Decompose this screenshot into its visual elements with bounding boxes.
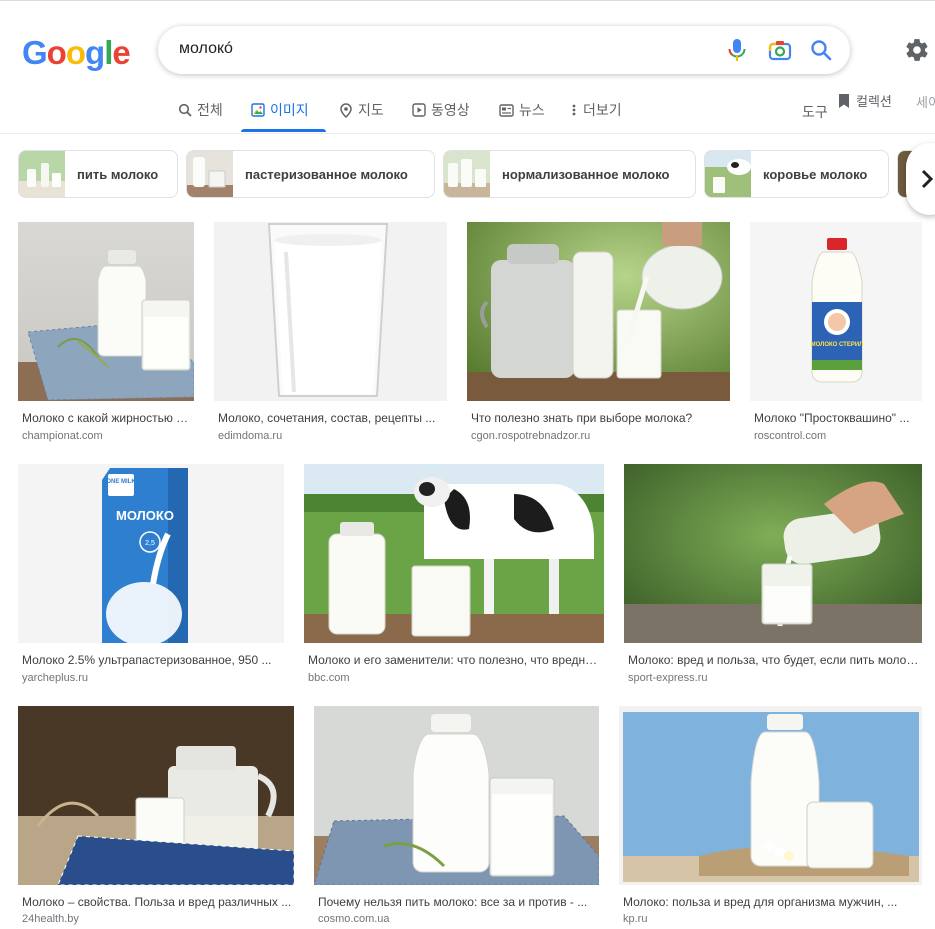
play-icon bbox=[412, 103, 426, 117]
tab-label: 더보기 bbox=[583, 102, 622, 118]
chip-thumbnail bbox=[19, 151, 65, 197]
search-tabs: 전체 이미지 지도 동영상 뉴스 더보기 도구 컬렉션 세이 bbox=[0, 88, 935, 132]
tab-label: 지도 bbox=[358, 102, 384, 118]
result-thumbnail[interactable] bbox=[619, 706, 922, 885]
image-result[interactable]: Молоко: польза и вред для организма мужч… bbox=[619, 706, 922, 928]
result-thumbnail[interactable]: МОЛОКО СТЕРИЛ bbox=[750, 222, 922, 401]
tab-label: 동영상 bbox=[431, 102, 470, 118]
tab-maps[interactable]: 지도 bbox=[339, 100, 384, 120]
more-vert-icon bbox=[572, 104, 576, 116]
result-source[interactable]: championat.com bbox=[22, 430, 103, 442]
tools-button[interactable]: 도구 bbox=[802, 102, 828, 122]
result-thumbnail[interactable] bbox=[467, 222, 730, 401]
tab-news[interactable]: 뉴스 bbox=[499, 100, 545, 120]
search-icon bbox=[178, 103, 192, 117]
tab-all[interactable]: 전체 bbox=[178, 100, 223, 120]
image-result[interactable]: МОЛОКО СТЕРИЛ Молоко "Простоквашино" ...… bbox=[750, 222, 922, 446]
related-chip[interactable]: пить молоко bbox=[18, 150, 178, 198]
tab-more[interactable]: 더보기 bbox=[570, 100, 622, 120]
logo-letter: o bbox=[46, 34, 67, 71]
result-title[interactable]: Молоко "Простоквашино" ... bbox=[754, 411, 920, 425]
image-result[interactable]: ONE MILK МОЛОКО 2,5 Молоко 2.5% ультрапа… bbox=[18, 464, 284, 688]
search-box[interactable]: молокó bbox=[158, 26, 850, 74]
chip-label: коровье молоко bbox=[763, 166, 868, 182]
related-chip[interactable]: коровье молоко bbox=[704, 150, 889, 198]
google-logo[interactable]: Google bbox=[22, 34, 131, 72]
result-source[interactable]: sport-express.ru bbox=[628, 672, 707, 684]
tab-label: 이미지 bbox=[270, 102, 309, 118]
result-thumbnail[interactable]: ONE MILK МОЛОКО 2,5 bbox=[18, 464, 284, 643]
result-thumbnail[interactable] bbox=[214, 222, 447, 401]
active-tab-indicator bbox=[241, 129, 326, 132]
logo-letter: e bbox=[112, 34, 130, 71]
result-thumbnail[interactable] bbox=[18, 706, 294, 885]
image-result[interactable]: Что полезно знать при выборе молока? cgo… bbox=[467, 222, 730, 446]
safesearch-button[interactable]: 세이 bbox=[916, 92, 935, 111]
settings-gear-icon[interactable] bbox=[904, 37, 930, 63]
result-title[interactable]: Молоко с какой жирностью лучше ... bbox=[22, 411, 192, 425]
result-title[interactable]: Почему нельзя пить молоко: все за и прот… bbox=[318, 895, 597, 909]
result-title[interactable]: Молоко: вред и польза, что будет, если п… bbox=[628, 653, 920, 667]
tab-label: 전체 bbox=[197, 102, 223, 118]
result-title[interactable]: Молоко, сочетания, состав, рецепты ... bbox=[218, 411, 445, 425]
tab-label: 뉴스 bbox=[519, 102, 545, 118]
camera-lens-icon[interactable] bbox=[768, 39, 792, 61]
chip-thumbnail bbox=[705, 151, 751, 197]
result-thumbnail[interactable] bbox=[304, 464, 604, 643]
map-pin-icon bbox=[340, 102, 352, 118]
related-chip[interactable]: нормализованное молоко bbox=[443, 150, 696, 198]
search-input[interactable]: молокó bbox=[179, 40, 233, 58]
image-result[interactable]: Молоко с какой жирностью лучше ... champ… bbox=[18, 222, 194, 446]
header-divider bbox=[0, 133, 935, 134]
bookmark-icon bbox=[839, 93, 849, 108]
top-border bbox=[0, 0, 935, 1]
logo-letter: G bbox=[22, 34, 48, 71]
image-result[interactable]: Почему нельзя пить молоко: все за и прот… bbox=[314, 706, 599, 928]
related-chip[interactable]: пастеризованное молоко bbox=[186, 150, 435, 198]
logo-letter: o bbox=[65, 34, 86, 71]
carton-brand-text: ONE MILK bbox=[106, 479, 136, 485]
tab-videos[interactable]: 동영상 bbox=[412, 100, 470, 120]
result-title[interactable]: Молоко и его заменители: что полезно, чт… bbox=[308, 653, 602, 667]
news-icon bbox=[499, 103, 514, 117]
tab-images[interactable]: 이미지 bbox=[251, 100, 309, 120]
result-source[interactable]: yarcheplus.ru bbox=[22, 672, 88, 684]
result-title[interactable]: Молоко: польза и вред для организма мужч… bbox=[623, 895, 920, 909]
result-source[interactable]: roscontrol.com bbox=[754, 430, 826, 442]
microphone-icon[interactable] bbox=[726, 38, 748, 62]
result-source[interactable]: cosmo.com.ua bbox=[318, 913, 390, 925]
result-thumbnail[interactable] bbox=[624, 464, 922, 643]
search-icon[interactable] bbox=[809, 38, 833, 62]
image-result[interactable]: Молоко: вред и польза, что будет, если п… bbox=[624, 464, 922, 688]
result-source[interactable]: kp.ru bbox=[623, 913, 647, 925]
result-title[interactable]: Что полезно знать при выборе молока? bbox=[471, 411, 728, 425]
result-source[interactable]: edimdoma.ru bbox=[218, 430, 282, 442]
chip-label: пастеризованное молоко bbox=[245, 166, 408, 182]
image-icon bbox=[251, 103, 265, 117]
result-title[interactable]: Молоко 2.5% ультрапастеризованное, 950 .… bbox=[22, 653, 282, 667]
logo-letter: g bbox=[85, 34, 105, 71]
result-source[interactable]: cgon.rospotrebnadzor.ru bbox=[471, 430, 590, 442]
result-title[interactable]: Молоко – свойства. Польза и вред различн… bbox=[22, 895, 292, 909]
chip-label: нормализованное молоко bbox=[502, 166, 670, 182]
image-result[interactable]: Молоко, сочетания, состав, рецепты ... e… bbox=[214, 222, 447, 446]
result-source[interactable]: 24health.by bbox=[22, 913, 79, 925]
carton-name-text: МОЛОКО bbox=[116, 508, 174, 523]
image-result[interactable]: Молоко – свойства. Польза и вред различн… bbox=[18, 706, 294, 928]
bottle-label-text: МОЛОКО СТЕРИЛ bbox=[811, 342, 864, 348]
carton-fat-text: 2,5 bbox=[145, 540, 155, 547]
result-thumbnail[interactable] bbox=[18, 222, 194, 401]
chip-label: пить молоко bbox=[77, 166, 159, 182]
chevron-right-icon bbox=[921, 169, 934, 189]
collections-button[interactable]: 컬렉션 bbox=[838, 91, 892, 110]
image-result[interactable]: Молоко и его заменители: что полезно, чт… bbox=[304, 464, 604, 688]
chips-next-button[interactable] bbox=[906, 143, 935, 215]
result-source[interactable]: bbc.com bbox=[308, 672, 350, 684]
logo-letter: l bbox=[104, 34, 113, 71]
collections-label: 컬렉션 bbox=[856, 94, 892, 109]
chip-thumbnail bbox=[444, 151, 490, 197]
result-thumbnail[interactable] bbox=[314, 706, 599, 885]
chip-thumbnail bbox=[187, 151, 233, 197]
